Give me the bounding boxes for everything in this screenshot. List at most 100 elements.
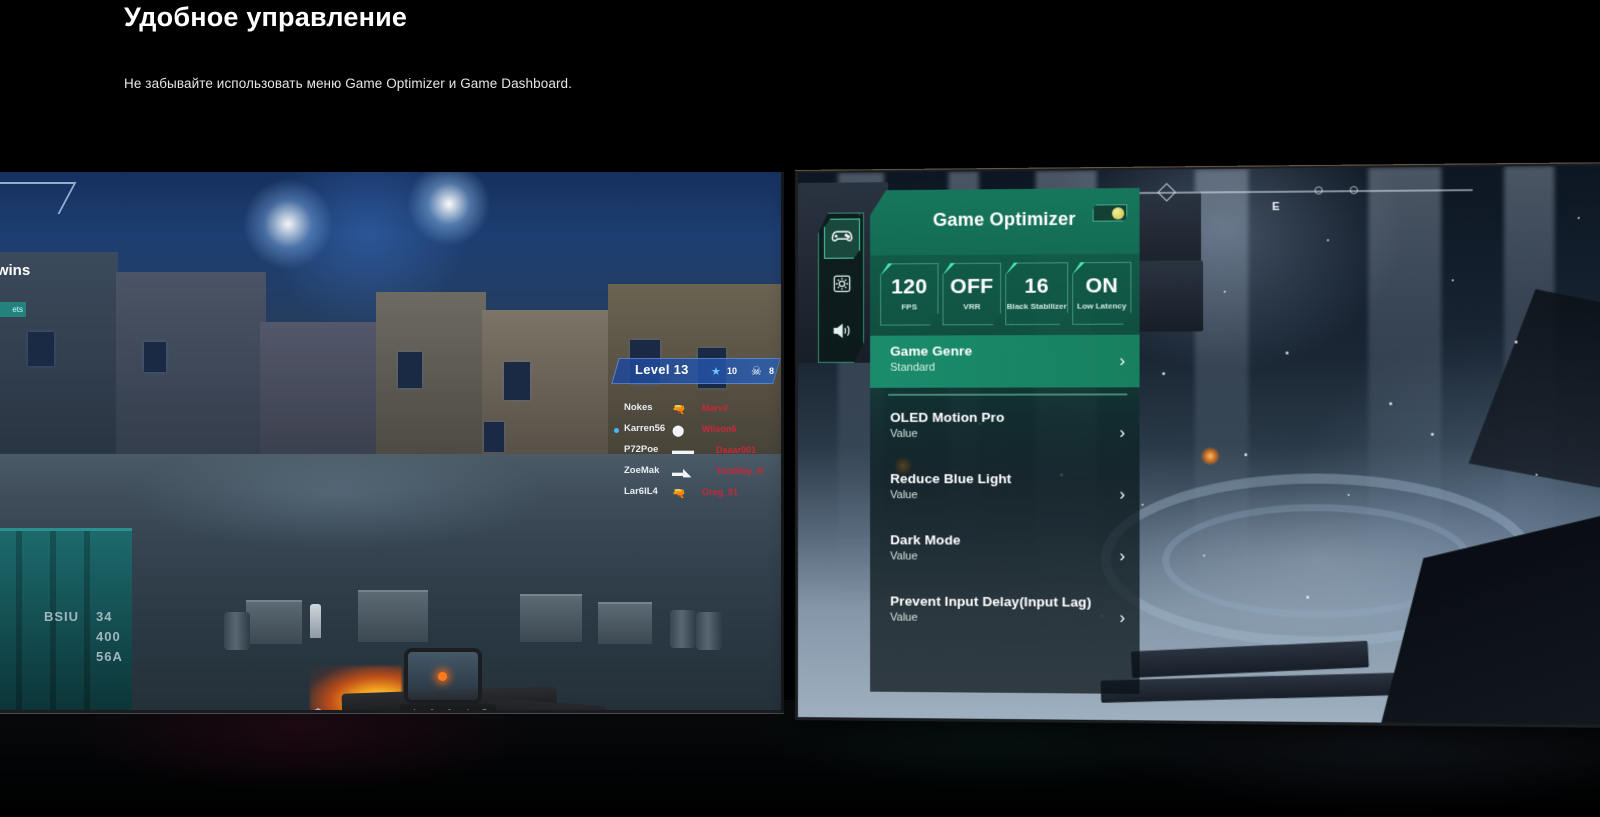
hud-left-edge: ue lls wins ets xyxy=(0,172,68,372)
container-code: BSIU xyxy=(44,609,79,624)
chevron-right-icon: › xyxy=(1119,422,1125,442)
tile-value: 16 xyxy=(1006,275,1067,297)
crate xyxy=(246,600,302,644)
container-code: 400 xyxy=(96,629,121,644)
container-code: 56A xyxy=(96,649,123,664)
right-tv: E Game Optimizer 120 FPS OFF VRR 16 Blac… xyxy=(795,162,1600,728)
killer-name: Karren56 xyxy=(624,423,665,434)
menu-item-dark-mode[interactable]: Dark Mode Value › xyxy=(870,524,1139,586)
menu-item-title: Game Genre xyxy=(890,343,1109,359)
sidebar-item-picture-settings[interactable] xyxy=(824,266,860,306)
skull-icon: ☠ xyxy=(751,364,762,378)
menu-item-title: OLED Motion Pro xyxy=(890,410,1109,425)
game-optimizer-sidebar xyxy=(818,212,864,362)
player-weapon: 1 2 3 4 5 xyxy=(316,642,616,710)
tile-black-stabilizer[interactable]: 16 Black Stabilizer xyxy=(1005,262,1068,325)
level-label: Level 13 xyxy=(635,362,689,377)
victim-name: Greg_91 xyxy=(702,487,738,497)
red-dot-sight xyxy=(404,648,482,704)
tile-label: FPS xyxy=(881,302,937,311)
compass-hud: E xyxy=(1131,177,1472,204)
menu-item-title: Prevent Input Delay(Input Lag) xyxy=(890,593,1109,609)
tile-fps[interactable]: 120 FPS xyxy=(880,263,938,326)
cliff-back xyxy=(1468,289,1600,495)
container-code: 34 xyxy=(96,609,112,624)
menu-divider xyxy=(870,387,1139,402)
kill-feed-row: Karren56 ⬤ Wilson6 xyxy=(624,421,781,442)
left-tv: BSIU 34 400 56A wins ets Level 13 ★ 10 ☠… xyxy=(0,172,784,714)
page-title: Удобное управление xyxy=(124,2,407,33)
gamepad-icon xyxy=(831,229,853,249)
tile-low-latency[interactable]: ON Low Latency xyxy=(1072,262,1131,325)
sidebar-item-sound[interactable] xyxy=(824,313,860,353)
star-count: 10 xyxy=(727,366,737,376)
game-optimizer-body: 120 FPS OFF VRR 16 Black Stabilizer ON L… xyxy=(870,254,1139,694)
killer-name: ZoeMak xyxy=(624,465,659,476)
crate xyxy=(598,602,652,644)
tile-label: Black Stabilizer xyxy=(1006,302,1067,311)
menu-item-game-genre[interactable]: Game Genre Standard › xyxy=(870,335,1139,388)
chevron-right-icon: › xyxy=(1119,484,1125,504)
tile-value: OFF xyxy=(944,276,1001,297)
killer-name: Nokes xyxy=(624,402,653,413)
self-marker-icon xyxy=(614,428,619,433)
page-subtitle: Не забывайте использовать меню Game Opti… xyxy=(124,76,572,91)
menu-item-prevent-input-delay[interactable]: Prevent Input Delay(Input Lag) Value › xyxy=(870,585,1139,648)
tile-corner-accent xyxy=(943,263,957,277)
rail xyxy=(1100,673,1399,703)
sniper-icon: ▬▬ xyxy=(672,445,694,457)
menu-item-title: Dark Mode xyxy=(890,532,1109,548)
menu-item-value: Value xyxy=(890,612,1109,625)
killer-name: P72Poe xyxy=(624,444,658,455)
sight-scale: 1 2 3 4 5 xyxy=(412,708,492,710)
kill-feed-row: ZoeMak ▬◣ TomMay_R xyxy=(624,463,781,484)
game-optimizer-power-toggle[interactable] xyxy=(1093,204,1128,221)
star-icon: ★ xyxy=(711,365,721,378)
building xyxy=(376,292,486,467)
hud-text-fragment: lls wins xyxy=(0,262,30,279)
menu-item-value: Value xyxy=(890,428,1109,440)
speaker-icon xyxy=(832,321,852,344)
rail xyxy=(1131,641,1369,678)
compass-direction-label: E xyxy=(1272,201,1280,213)
barrel xyxy=(696,612,722,650)
compass-marker-icon xyxy=(1157,183,1176,202)
victim-name: Daaar001 xyxy=(716,445,756,455)
scoreboard: Level 13 ★ 10 ☠ 8 xyxy=(615,358,777,384)
victim-name: Marv# xyxy=(702,403,728,413)
window xyxy=(398,352,422,388)
enemy-soldier xyxy=(310,604,321,638)
quick-settings-tiles: 120 FPS OFF VRR 16 Black Stabilizer ON L… xyxy=(880,262,1131,326)
chevron-right-icon: › xyxy=(1119,351,1125,371)
barrel xyxy=(224,612,250,650)
menu-item-value: Value xyxy=(890,489,1109,501)
tile-corner-accent xyxy=(880,263,894,277)
fire-ember xyxy=(1201,447,1219,465)
skull-count: 8 xyxy=(769,366,774,376)
tile-label: Low Latency xyxy=(1073,301,1130,310)
screenshot-root: Удобное управление Не забывайте использо… xyxy=(0,0,1600,817)
menu-item-oled-motion-pro[interactable]: OLED Motion Pro Value › xyxy=(870,401,1139,463)
tile-vrr[interactable]: OFF VRR xyxy=(943,263,1002,326)
rifle-icon: ▬◣ xyxy=(672,466,691,479)
tile-value: ON xyxy=(1073,275,1130,297)
kill-feed-row: Lar6IL4 🔫 Greg_91 xyxy=(624,484,781,505)
victim-name: TomMay_R xyxy=(716,466,763,476)
building xyxy=(260,322,380,462)
menu-item-reduce-blue-light[interactable]: Reduce Blue Light Value › xyxy=(870,463,1139,525)
tile-value: 120 xyxy=(881,276,937,297)
game-optimizer-panel: Game Optimizer 120 FPS OFF VRR 16 Black … xyxy=(870,188,1139,694)
left-tv-screen: BSIU 34 400 56A wins ets Level 13 ★ 10 ☠… xyxy=(0,172,781,710)
sidebar-item-gamepad[interactable] xyxy=(824,218,860,258)
menu-item-value: Value xyxy=(890,550,1109,563)
game-optimizer-menu: Game Genre Standard › OLED Motion Pro Va… xyxy=(870,335,1139,649)
compass-marker-icon xyxy=(1350,186,1358,194)
window xyxy=(144,342,166,372)
menu-item-title: Reduce Blue Light xyxy=(890,471,1109,486)
grenade-icon: ⬤ xyxy=(672,424,684,437)
building xyxy=(116,272,266,462)
crate xyxy=(358,590,428,642)
tile-label: VRR xyxy=(944,302,1001,311)
kill-feed-row: P72Poe ▬▬ Daaar001 xyxy=(624,442,781,463)
barrel xyxy=(670,610,696,648)
